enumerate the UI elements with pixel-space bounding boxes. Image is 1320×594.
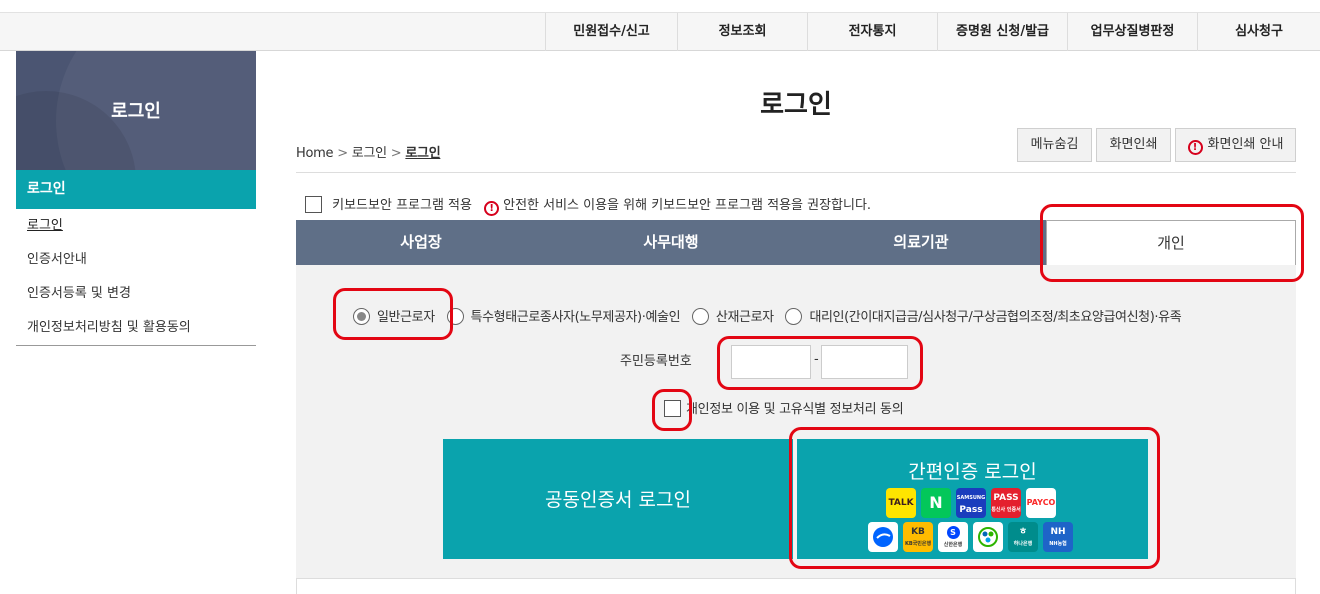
rrn-front-input[interactable] <box>731 345 811 379</box>
rrn-back-input[interactable] <box>821 345 908 379</box>
radio-general-worker[interactable]: 일반근로자 <box>353 306 435 325</box>
sidebar-item-privacy[interactable]: 개인정보처리방침 및 활용동의 <box>16 311 256 345</box>
shinhan-bank-icon: S 신한은행 <box>938 522 968 552</box>
simple-auth-login-label: 간편인증 로그인 <box>908 461 1037 483</box>
top-strip <box>0 0 1320 12</box>
payco-icon: PAYCO <box>1026 488 1056 518</box>
gnb-item-review[interactable]: 심사청구 <box>1197 13 1320 51</box>
tab-business[interactable]: 사업장 <box>296 220 546 265</box>
joint-cert-login-button[interactable]: 공동인증서 로그인 <box>443 439 793 559</box>
alert-icon: ! <box>1187 140 1203 155</box>
sidebar-item-login[interactable]: 로그인 <box>16 209 256 243</box>
sidebar-banner: 로그인 <box>16 51 256 170</box>
radio-button[interactable] <box>691 308 709 325</box>
sidebar-list: 로그인 인증서안내 인증서등록 및 변경 개인정보처리방침 및 활용동의 <box>16 209 256 346</box>
gnb-item-disease[interactable]: 업무상질병판정 <box>1067 13 1197 51</box>
sidebar-item-cert-guide[interactable]: 인증서안내 <box>16 243 256 277</box>
samsung-pass-icon: SAMSUNG Pass <box>956 488 986 518</box>
gnb-item-certificate[interactable]: 증명원 신청/발급 <box>937 13 1067 51</box>
hide-menu-button[interactable]: 메뉴숨김 <box>1017 128 1092 162</box>
simple-auth-login-button[interactable]: 간편인증 로그인 TALK N SAMSUNG Pass PASS 통신사 인증서 … <box>797 439 1148 559</box>
keyboard-security-label: 키보드보안 프로그램 적용 <box>332 198 472 213</box>
nh-bank-icon: NH NH농협 <box>1043 522 1073 552</box>
divider <box>296 172 1296 173</box>
radio-button[interactable] <box>446 308 464 325</box>
hana-bank-icon: ㅎ 하나은행 <box>1008 522 1038 552</box>
keyboard-security-checkbox[interactable] <box>305 196 322 213</box>
breadcrumb-separator: > <box>390 146 402 161</box>
gnb-item-info[interactable]: 정보조회 <box>677 13 807 51</box>
breadcrumb-current[interactable]: 로그인 <box>405 146 440 161</box>
privacy-agree-row: 개인정보 이용 및 고유식별 정보처리 동의 <box>664 400 904 418</box>
naver-icon: N <box>921 488 951 518</box>
tab-individual[interactable]: 개인 <box>1046 220 1296 266</box>
breadcrumb-level1[interactable]: 로그인 <box>352 146 387 161</box>
global-nav: 민원접수/신고 정보조회 전자통지 증명원 신청/발급 업무상질병판정 심사청구 <box>0 12 1320 51</box>
print-guide-label: 화면인쇄 안내 <box>1207 137 1284 152</box>
bottom-panel <box>296 578 1296 594</box>
alert-icon: ! <box>484 201 500 216</box>
login-type-tabs: 사업장 사무대행 의료기관 개인 <box>296 220 1296 266</box>
privacy-agree-label: 개인정보 이용 및 고유식별 정보처리 동의 <box>686 402 904 417</box>
radio-button[interactable] <box>353 308 370 325</box>
breadcrumb-home[interactable]: Home <box>296 146 334 161</box>
worker-type-radio-group: 일반근로자 특수형태근로종사자(노무제공자)·예술인 산재근로자 대리인(간이대… <box>353 306 1189 326</box>
woori-icon <box>973 522 1003 552</box>
kakao-icon: TALK <box>886 488 916 518</box>
tab-agency[interactable]: 사무대행 <box>546 220 796 265</box>
sidebar-item-cert-register[interactable]: 인증서등록 및 변경 <box>16 277 256 311</box>
sidebar-banner-title: 로그인 <box>111 101 161 122</box>
radio-injured-worker[interactable]: 산재근로자 <box>691 306 774 325</box>
radio-agent[interactable]: 대리인(간이대지급금/심사청구/구상금협의조정/최초요양급여신청)·유족 <box>785 306 1182 325</box>
privacy-agree-checkbox[interactable] <box>664 400 681 417</box>
kb-bank-icon: KB KB국민은행 <box>903 522 933 552</box>
keyboard-security-row: 키보드보안 프로그램 적용 ! 안전한 서비스 이용을 위해 키보드보안 프로그램… <box>305 196 872 216</box>
toss-icon <box>868 522 898 552</box>
pass-icon: PASS 통신사 인증서 <box>991 488 1021 518</box>
gnb-item-complaint[interactable]: 민원접수/신고 <box>545 13 677 51</box>
breadcrumb-separator: > <box>337 146 348 161</box>
rrn-dash: - <box>814 352 819 367</box>
gnb-item-notice[interactable]: 전자통지 <box>807 13 937 51</box>
sidebar-section-title[interactable]: 로그인 <box>16 170 256 209</box>
rrn-label: 주민등록번호 <box>620 354 692 369</box>
tab-medical[interactable]: 의료기관 <box>796 220 1046 265</box>
breadcrumb: Home > 로그인 > 로그인 <box>296 142 441 161</box>
print-button[interactable]: 화면인쇄 <box>1096 128 1171 162</box>
radio-button[interactable] <box>785 308 803 325</box>
page-title: 로그인 <box>760 90 832 120</box>
joint-cert-login-label: 공동인증서 로그인 <box>545 489 691 511</box>
print-guide-button[interactable]: ! 화면인쇄 안내 <box>1175 128 1296 162</box>
radio-special-worker[interactable]: 특수형태근로종사자(노무제공자)·예술인 <box>446 306 681 325</box>
keyboard-security-notice: 안전한 서비스 이용을 위해 키보드보안 프로그램 적용을 권장합니다. <box>503 198 872 213</box>
